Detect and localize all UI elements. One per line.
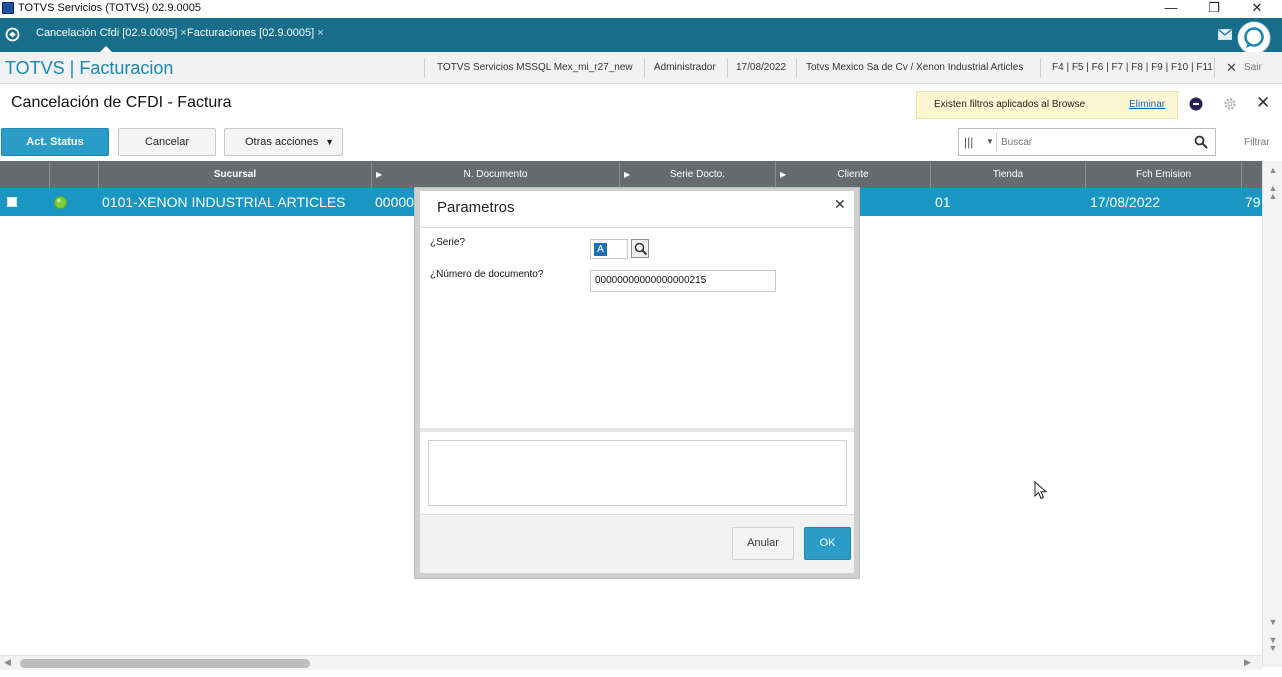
app-icon — [2, 2, 14, 14]
sort-arrow-icon: ▶ — [376, 170, 383, 179]
vertical-scrollbar[interactable]: ▲ ▲ ▲ ▼ ▼ ▼ — [1262, 161, 1282, 667]
divider — [420, 227, 854, 228]
dropdown-caret-icon: ▼ — [325, 137, 334, 147]
function-keys-info[interactable]: F4 | F5 | F6 | F7 | F8 | F9 | F10 | F11 — [1052, 62, 1213, 73]
scroll-right-icon[interactable]: ▶ — [1244, 657, 1251, 668]
divider — [727, 58, 728, 78]
column-header-documento[interactable]: ▶ N. Documento — [372, 161, 620, 188]
divider — [644, 58, 645, 78]
column-label: Cliente — [837, 169, 869, 180]
page-title: Cancelación de CFDI - Factura — [11, 94, 232, 111]
column-header-cliente[interactable]: ▶ Cliente — [776, 161, 931, 188]
header-checkbox-column[interactable] — [0, 161, 50, 188]
tab-label: Facturaciones [02.9.0005] — [187, 27, 315, 39]
divider — [1214, 58, 1215, 78]
search-input[interactable] — [1001, 133, 1191, 151]
close-window-button[interactable]: ✕ — [1242, 0, 1272, 18]
numdoc-input[interactable]: 00000000000000000215 — [590, 270, 776, 292]
search-box: ||| ▼ — [958, 128, 1216, 156]
tab-label: Cancelación Cfdi [02.9.0005] — [36, 27, 178, 39]
cell-tienda: 01 — [935, 194, 951, 210]
cancel-button[interactable]: Cancelar — [118, 128, 216, 156]
filter-banner: Existen filtros aplicados al Browse Elim… — [916, 91, 1178, 119]
company-info[interactable]: Totvs Mexico Sa de Cv / Xenon Industrial… — [806, 62, 1023, 73]
serie-value: A — [594, 243, 607, 256]
gear-icon[interactable] — [1222, 96, 1238, 112]
columns-dropdown-icon[interactable]: ▼ — [986, 137, 994, 146]
ok-button[interactable]: OK — [804, 527, 851, 560]
window-title: TOTVS Servicios (TOTVS) 02.9.0005 — [18, 2, 201, 14]
divider — [420, 428, 854, 432]
mouse-cursor-icon — [1034, 481, 1048, 500]
magnifier-icon — [634, 242, 648, 256]
minimize-button[interactable]: — — [1156, 0, 1186, 18]
sort-arrow-icon: ▶ — [780, 170, 787, 179]
sort-arrow-icon: ▶ — [624, 170, 631, 179]
filter-banner-text: Existen filtros aplicados al Browse — [934, 99, 1086, 110]
other-actions-button[interactable]: Otras acciones ▼ — [224, 128, 343, 156]
header-status-column[interactable] — [50, 161, 99, 188]
divider — [796, 58, 797, 78]
dialog-title: Parametros — [437, 199, 515, 216]
date-info[interactable]: 17/08/2022 — [736, 62, 786, 73]
close-page-icon[interactable]: ✕ — [1256, 93, 1270, 113]
scroll-top-icon[interactable]: ▲ — [1263, 191, 1282, 201]
filter-button[interactable]: Filtrar — [1244, 137, 1270, 148]
column-header-tienda[interactable]: Tienda — [931, 161, 1086, 188]
record-status-icon[interactable] — [1189, 97, 1203, 111]
close-dialog-icon[interactable]: ✕ — [834, 196, 846, 213]
app-header: TOTVS | Facturacion TOTVS Servicios MSSQ… — [0, 52, 1282, 84]
serie-lookup-button[interactable] — [631, 239, 649, 258]
column-label: Serie Docto. — [669, 169, 726, 180]
app-brand: TOTVS | Facturacion — [5, 58, 174, 78]
scroll-left-icon[interactable]: ◀ — [4, 657, 11, 668]
menu-circle-icon[interactable] — [5, 27, 20, 42]
cell-extra: 79 — [1245, 194, 1261, 210]
anular-button[interactable]: Anular — [732, 527, 794, 560]
column-header-sucursal[interactable]: Sucursal — [99, 161, 372, 188]
numdoc-label: ¿Número de documento? — [430, 269, 544, 280]
scroll-up-icon[interactable]: ▲ — [1263, 165, 1282, 175]
cell-sucursal: 0101-XENON INDUSTRIAL ARTICLES — [102, 194, 346, 210]
remove-filters-link[interactable]: Eliminar — [1129, 99, 1165, 110]
window-titlebar: TOTVS Servicios (TOTVS) 02.9.0005 — ❐ ✕ — [0, 0, 1282, 18]
user-info[interactable]: Administrador — [654, 62, 716, 73]
divider — [424, 58, 425, 78]
serie-input[interactable]: A — [590, 239, 628, 259]
exit-label[interactable]: Sair — [1244, 62, 1262, 73]
scroll-bottom-icon[interactable]: ▼ — [1263, 617, 1282, 627]
help-textarea[interactable] — [428, 440, 847, 506]
assistant-chat-icon[interactable] — [1236, 20, 1272, 56]
column-label: N. Documento — [463, 169, 528, 180]
horizontal-scroll-thumb[interactable] — [20, 659, 310, 668]
divider — [1040, 58, 1041, 78]
row-checkbox[interactable] — [7, 197, 17, 207]
other-actions-label: Otras acciones — [245, 136, 319, 148]
column-header-serie[interactable]: ▶ Serie Docto. — [620, 161, 776, 188]
scroll-down-icon[interactable]: ▼ — [1263, 643, 1282, 653]
close-tab-icon[interactable]: × — [180, 27, 186, 39]
columns-icon[interactable]: ||| — [964, 135, 973, 149]
program-tabbar: Cancelación Cfdi [02.9.0005] × Facturacio… — [0, 18, 1282, 55]
grid-header: Sucursal ▶ N. Documento ▶ Serie Docto. ▶ Cl… — [0, 161, 1264, 188]
restore-button[interactable]: ❐ — [1199, 0, 1229, 18]
tab-facturaciones[interactable]: Facturaciones [02.9.0005] × — [187, 18, 324, 52]
cell-fecha: 17/08/2022 — [1090, 194, 1161, 210]
act-status-button[interactable]: Act. Status — [1, 128, 109, 156]
serie-label: ¿Serie? — [430, 237, 466, 248]
exit-icon[interactable]: ✕ — [1226, 60, 1237, 76]
status-legend-icon[interactable] — [54, 196, 67, 209]
cell-documento: 00000 — [375, 194, 414, 210]
search-icon[interactable] — [1194, 135, 1208, 149]
environment-info[interactable]: TOTVS Servicios MSSQL Mex_mi_r27_new — [437, 62, 633, 73]
mail-icon[interactable] — [1218, 29, 1232, 40]
close-tab-icon[interactable]: × — [317, 27, 323, 39]
column-header-fecha[interactable]: Fch Emision — [1086, 161, 1242, 188]
divider — [996, 133, 997, 151]
